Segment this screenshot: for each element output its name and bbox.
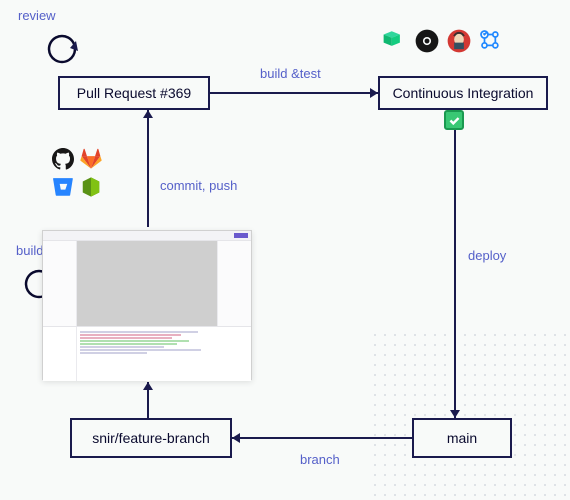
- circleci-icon: [414, 28, 440, 54]
- node-feature-branch: snir/feature-branch: [70, 418, 232, 458]
- repo-host-icons: [52, 148, 116, 198]
- github-actions-icon: [478, 28, 504, 54]
- background-dots: [370, 330, 570, 500]
- buildkite-icon: [382, 28, 408, 54]
- label-commit-push: commit, push: [160, 178, 237, 193]
- gitlab-icon: [80, 148, 102, 170]
- label-build: build: [16, 243, 43, 258]
- ide-screenshot: [42, 230, 252, 380]
- ci-tool-icons: [382, 28, 504, 54]
- label-branch: branch: [300, 452, 340, 467]
- aws-codecommit-icon: [80, 176, 102, 198]
- github-icon: [52, 148, 74, 170]
- label-deploy: deploy: [468, 248, 506, 263]
- label-build-test: build &test: [260, 66, 321, 81]
- jenkins-icon: [446, 28, 472, 54]
- node-pull-request: Pull Request #369: [58, 76, 210, 110]
- label-review: review: [18, 8, 56, 23]
- node-continuous-integration: Continuous Integration: [378, 76, 548, 110]
- check-success-icon: [444, 110, 464, 130]
- bitbucket-icon: [52, 176, 74, 198]
- node-main: main: [412, 418, 512, 458]
